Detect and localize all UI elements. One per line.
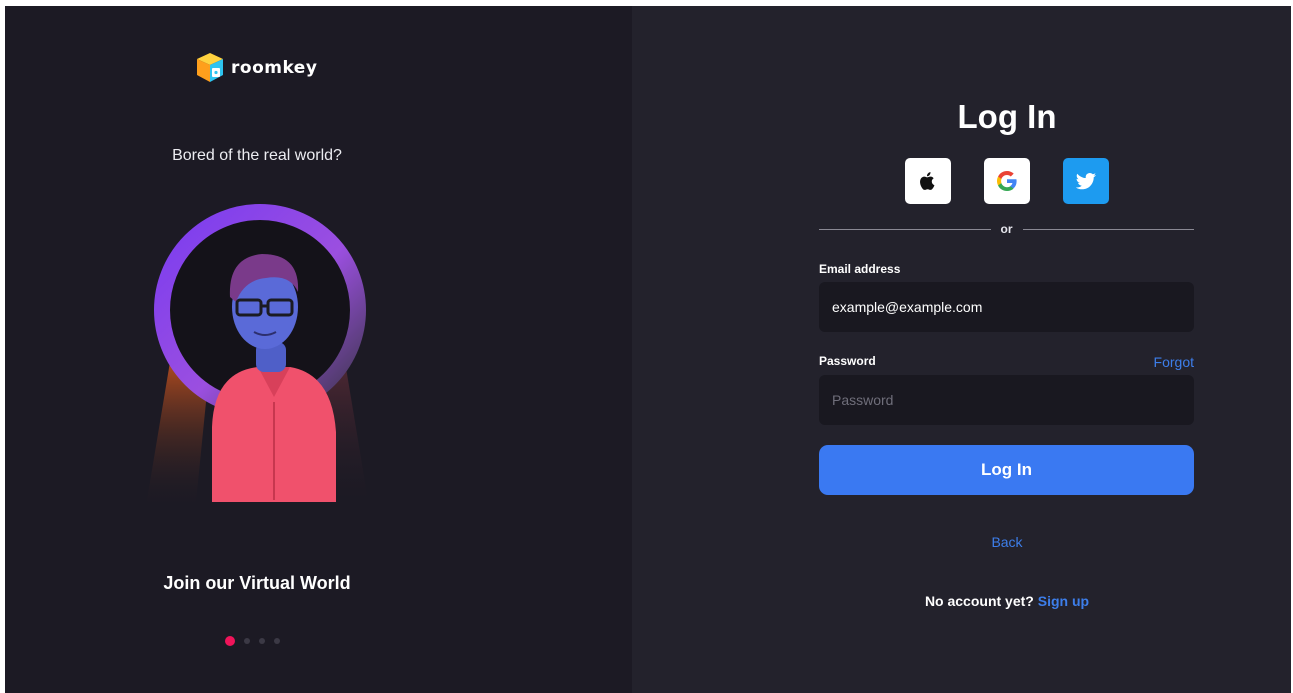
back-row: Back [632, 534, 1291, 550]
email-field[interactable] [819, 282, 1194, 332]
carousel-dot-3[interactable] [259, 638, 265, 644]
brand-name: roomkey [231, 58, 318, 78]
carousel-dot-2[interactable] [244, 638, 250, 644]
apple-icon [920, 172, 935, 190]
carousel-indicator [225, 636, 280, 646]
login-screen: roomkey Bored of the real world? Join ou… [5, 6, 1291, 693]
tagline: Bored of the real world? [172, 147, 342, 164]
brand-logo: roomkey [195, 51, 317, 85]
signup-link[interactable]: Sign up [1038, 593, 1089, 609]
promo-caption: Join our Virtual World [163, 573, 351, 593]
login-button[interactable]: Log In [819, 445, 1194, 495]
carousel-dot-4[interactable] [274, 638, 280, 644]
promo-panel: roomkey Bored of the real world? Join ou… [5, 6, 632, 693]
login-panel: Log In or Email address example@example.… [632, 6, 1291, 693]
apple-login-button[interactable] [905, 158, 951, 204]
divider-line-left [819, 228, 991, 230]
social-login-buttons [905, 158, 1109, 204]
twitter-icon [1076, 172, 1096, 189]
password-label: Password [819, 354, 876, 368]
avatar-illustration [145, 204, 370, 512]
roomkey-logo-icon [197, 53, 223, 82]
twitter-login-button[interactable] [1063, 158, 1109, 204]
signup-prompt: No account yet? [924, 593, 1034, 609]
google-login-button[interactable] [984, 158, 1030, 204]
page-title: Log In [957, 98, 1057, 135]
email-label: Email address [819, 262, 901, 276]
divider-text: or [1000, 222, 1013, 236]
carousel-dot-1[interactable] [225, 636, 235, 646]
signup-row: No account yet? Sign up [632, 593, 1291, 609]
google-icon [997, 171, 1017, 191]
password-field[interactable] [819, 375, 1194, 425]
back-link[interactable]: Back [991, 534, 1022, 550]
or-divider: or [819, 222, 1194, 236]
forgot-password-link[interactable]: Forgot [1112, 354, 1194, 370]
divider-line-right [1022, 228, 1194, 230]
